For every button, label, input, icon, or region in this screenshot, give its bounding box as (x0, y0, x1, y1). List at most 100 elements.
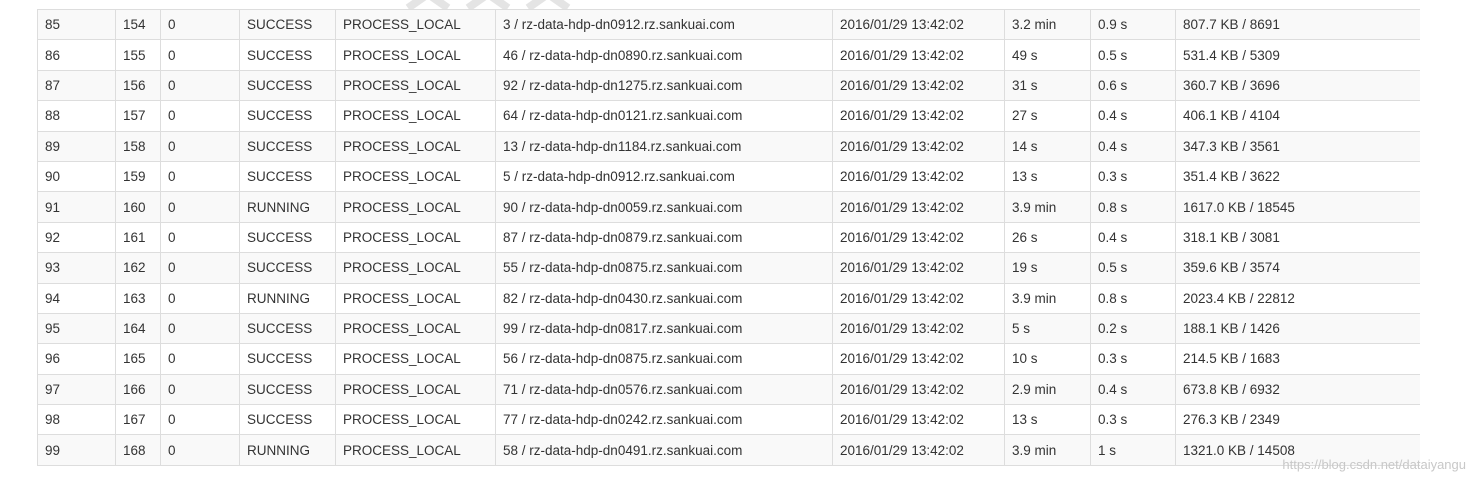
cell-duration: 3.2 min (1004, 8, 1091, 40)
cell-locality-level: PROCESS_LOCAL (335, 8, 496, 40)
cell-shuffle-read: 673.8 KB / 6932 (1175, 373, 1420, 405)
cell-locality-level: PROCESS_LOCAL (335, 39, 496, 71)
cell-locality-level: PROCESS_LOCAL (335, 69, 496, 101)
table-row: 89 158 0 SUCCESS PROCESS_LOCAL 13 / rz-data-h… (37, 130, 1420, 162)
task-table: 85 154 0 SUCCESS PROCESS_LOCAL 3 / rz-data-hd… (37, 8, 1420, 466)
table-row: 97 166 0 SUCCESS PROCESS_LOCAL 71 / rz-data-h… (37, 373, 1420, 405)
cell-task-id: 160 (115, 191, 161, 223)
cell-index: 97 (37, 373, 116, 405)
cell-task-id: 155 (115, 39, 161, 71)
cell-duration: 5 s (1004, 312, 1091, 344)
cell-gc-time: 0.4 s (1090, 100, 1176, 132)
table-row: 87 156 0 SUCCESS PROCESS_LOCAL 92 / rz-data-h… (37, 69, 1420, 101)
cell-index: 99 (37, 434, 116, 466)
cell-task-id: 164 (115, 312, 161, 344)
table-row: 96 165 0 SUCCESS PROCESS_LOCAL 56 / rz-data-h… (37, 343, 1420, 375)
cell-duration: 3.9 min (1004, 434, 1091, 466)
cell-launch-time: 2016/01/29 13:42:02 (832, 404, 1005, 435)
table-row: 91 160 0 RUNNING PROCESS_LOCAL 90 / rz-data-h… (37, 191, 1420, 223)
cell-status: RUNNING (239, 434, 336, 466)
cell-gc-time: 0.9 s (1090, 8, 1176, 40)
cell-index: 98 (37, 404, 116, 435)
cell-shuffle-read: 2023.4 KB / 22812 (1175, 282, 1420, 314)
cell-duration: 14 s (1004, 130, 1091, 162)
cell-attempt: 0 (160, 100, 240, 132)
cell-duration: 19 s (1004, 252, 1091, 284)
cell-shuffle-read: 406.1 KB / 4104 (1175, 100, 1420, 132)
cell-executor-host: 87 / rz-data-hdp-dn0879.rz.sankuai.com (495, 221, 833, 253)
cell-task-id: 163 (115, 282, 161, 314)
cell-shuffle-read: 276.3 KB / 2349 (1175, 404, 1420, 435)
cell-status: SUCCESS (239, 404, 336, 435)
cell-locality-level: PROCESS_LOCAL (335, 312, 496, 344)
cell-gc-time: 0.6 s (1090, 69, 1176, 101)
table-row: 85 154 0 SUCCESS PROCESS_LOCAL 3 / rz-data-hd… (37, 8, 1420, 40)
cell-status: SUCCESS (239, 343, 336, 375)
cell-attempt: 0 (160, 130, 240, 162)
cell-status: RUNNING (239, 282, 336, 314)
cell-locality-level: PROCESS_LOCAL (335, 343, 496, 375)
cell-gc-time: 0.3 s (1090, 404, 1176, 435)
cell-status: SUCCESS (239, 39, 336, 71)
cell-duration: 3.9 min (1004, 191, 1091, 223)
cell-executor-host: 3 / rz-data-hdp-dn0912.rz.sankuai.com (495, 8, 833, 40)
cell-gc-time: 0.2 s (1090, 312, 1176, 344)
cell-executor-host: 99 / rz-data-hdp-dn0817.rz.sankuai.com (495, 312, 833, 344)
cell-attempt: 0 (160, 8, 240, 40)
cell-shuffle-read: 360.7 KB / 3696 (1175, 69, 1420, 101)
cell-duration: 13 s (1004, 160, 1091, 192)
cell-attempt: 0 (160, 191, 240, 223)
cell-shuffle-read: 807.7 KB / 8691 (1175, 8, 1420, 40)
cell-launch-time: 2016/01/29 13:42:02 (832, 343, 1005, 375)
cell-status: RUNNING (239, 191, 336, 223)
cell-attempt: 0 (160, 69, 240, 101)
cell-locality-level: PROCESS_LOCAL (335, 130, 496, 162)
cell-status: SUCCESS (239, 69, 336, 101)
table-row: 93 162 0 SUCCESS PROCESS_LOCAL 55 / rz-data-h… (37, 252, 1420, 284)
cell-index: 92 (37, 221, 116, 253)
cell-duration: 49 s (1004, 39, 1091, 71)
cell-task-id: 161 (115, 221, 161, 253)
cell-launch-time: 2016/01/29 13:42:02 (832, 282, 1005, 314)
cell-attempt: 0 (160, 312, 240, 344)
cell-task-id: 167 (115, 404, 161, 435)
cell-launch-time: 2016/01/29 13:42:02 (832, 373, 1005, 405)
cell-status: SUCCESS (239, 8, 336, 40)
watermark-text: https://blog.csdn.net/dataiyangu (1282, 457, 1466, 472)
cell-gc-time: 0.4 s (1090, 373, 1176, 405)
cell-index: 89 (37, 130, 116, 162)
cell-attempt: 0 (160, 343, 240, 375)
cell-status: SUCCESS (239, 252, 336, 284)
cell-shuffle-read: 347.3 KB / 3561 (1175, 130, 1420, 162)
cell-task-id: 159 (115, 160, 161, 192)
cell-launch-time: 2016/01/29 13:42:02 (832, 100, 1005, 132)
cell-executor-host: 13 / rz-data-hdp-dn1184.rz.sankuai.com (495, 130, 833, 162)
table-row: 88 157 0 SUCCESS PROCESS_LOCAL 64 / rz-data-h… (37, 100, 1420, 132)
task-table-container: 85 154 0 SUCCESS PROCESS_LOCAL 3 / rz-data-hd… (37, 8, 1420, 466)
cell-gc-time: 0.3 s (1090, 160, 1176, 192)
cell-duration: 10 s (1004, 343, 1091, 375)
cell-locality-level: PROCESS_LOCAL (335, 404, 496, 435)
cell-attempt: 0 (160, 160, 240, 192)
cell-duration: 2.9 min (1004, 373, 1091, 405)
cell-locality-level: PROCESS_LOCAL (335, 191, 496, 223)
cell-attempt: 0 (160, 221, 240, 253)
cell-task-id: 166 (115, 373, 161, 405)
cell-status: SUCCESS (239, 312, 336, 344)
cell-gc-time: 0.8 s (1090, 191, 1176, 223)
cell-status: SUCCESS (239, 221, 336, 253)
cell-shuffle-read: 531.4 KB / 5309 (1175, 39, 1420, 71)
cell-task-id: 168 (115, 434, 161, 466)
cell-index: 94 (37, 282, 116, 314)
cell-gc-time: 0.4 s (1090, 221, 1176, 253)
cell-executor-host: 90 / rz-data-hdp-dn0059.rz.sankuai.com (495, 191, 833, 223)
cell-executor-host: 55 / rz-data-hdp-dn0875.rz.sankuai.com (495, 252, 833, 284)
cell-attempt: 0 (160, 252, 240, 284)
cell-locality-level: PROCESS_LOCAL (335, 252, 496, 284)
cell-executor-host: 77 / rz-data-hdp-dn0242.rz.sankuai.com (495, 404, 833, 435)
cell-executor-host: 46 / rz-data-hdp-dn0890.rz.sankuai.com (495, 39, 833, 71)
cell-launch-time: 2016/01/29 13:42:02 (832, 69, 1005, 101)
cell-locality-level: PROCESS_LOCAL (335, 100, 496, 132)
cell-index: 93 (37, 252, 116, 284)
table-row: 98 167 0 SUCCESS PROCESS_LOCAL 77 / rz-data-h… (37, 404, 1420, 435)
